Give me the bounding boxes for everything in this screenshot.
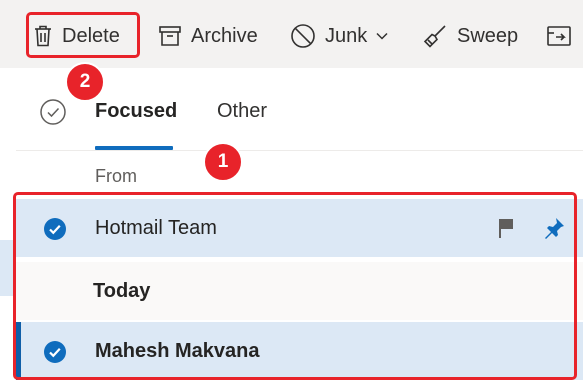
tab-divider (16, 150, 583, 151)
select-all-checkbox[interactable] (40, 99, 66, 125)
annotation-box-selection (13, 192, 577, 380)
archive-icon (158, 25, 182, 47)
sweep-label: Sweep (457, 24, 519, 47)
tab-other[interactable]: Other (217, 100, 267, 123)
column-header-from[interactable]: From (95, 166, 137, 187)
archive-label: Archive (191, 24, 258, 47)
junk-label: Junk (325, 24, 368, 47)
archive-button[interactable]: Archive (158, 20, 258, 52)
move-to-button[interactable] (546, 20, 572, 52)
annotation-box-delete (26, 12, 140, 58)
sweep-button[interactable]: Sweep (422, 20, 518, 52)
tab-focused[interactable]: Focused (95, 100, 177, 123)
chevron-down-icon[interactable] (376, 32, 388, 40)
move-to-icon (546, 25, 572, 47)
junk-button[interactable]: Junk (290, 20, 388, 52)
annotation-badge-1: 1 (203, 142, 243, 182)
broom-icon (422, 23, 448, 49)
annotation-badge-2: 2 (65, 62, 105, 102)
block-icon (290, 23, 316, 49)
